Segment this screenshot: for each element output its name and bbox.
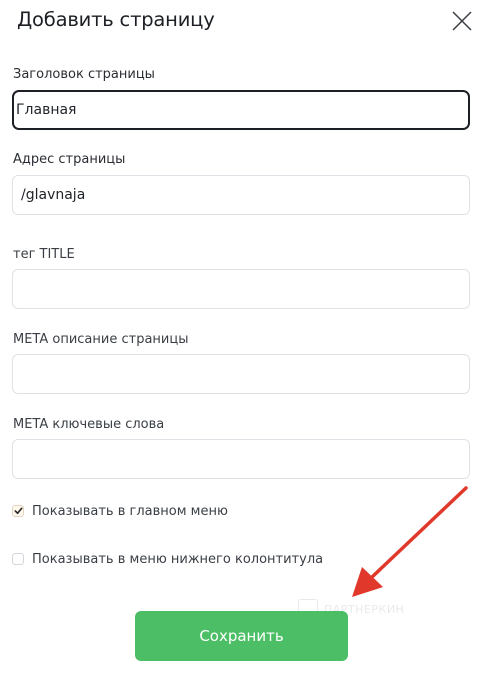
checkbox-box-checked[interactable] bbox=[12, 505, 24, 517]
save-button[interactable]: Сохранить bbox=[135, 611, 348, 661]
meta-description-input[interactable] bbox=[12, 354, 470, 394]
page-url-input[interactable] bbox=[12, 175, 470, 215]
title-tag-input[interactable] bbox=[12, 269, 470, 309]
meta-keywords-input[interactable] bbox=[12, 439, 470, 479]
checkmark-icon bbox=[14, 507, 23, 515]
show-in-footer-menu-checkbox[interactable]: Показывать в меню нижнего колонтитула bbox=[12, 551, 323, 567]
dialog-title: Добавить страницу bbox=[17, 8, 215, 31]
meta-description-label: META описание страницы bbox=[13, 332, 189, 347]
page-title-input[interactable] bbox=[12, 90, 470, 130]
close-icon[interactable] bbox=[450, 9, 474, 33]
meta-keywords-label: META ключевые слова bbox=[13, 417, 165, 432]
title-tag-label: тег TITLE bbox=[13, 247, 75, 262]
page-title-label: Заголовок страницы bbox=[13, 67, 155, 82]
show-in-main-menu-label: Показывать в главном меню bbox=[32, 503, 228, 519]
add-page-dialog: Добавить страницу Заголовок страницы Адр… bbox=[0, 0, 481, 681]
page-url-label: Адрес страницы bbox=[13, 152, 126, 167]
checkbox-box-unchecked[interactable] bbox=[12, 553, 24, 565]
show-in-main-menu-checkbox[interactable]: Показывать в главном меню bbox=[12, 503, 228, 519]
show-in-footer-menu-label: Показывать в меню нижнего колонтитула bbox=[32, 551, 324, 567]
